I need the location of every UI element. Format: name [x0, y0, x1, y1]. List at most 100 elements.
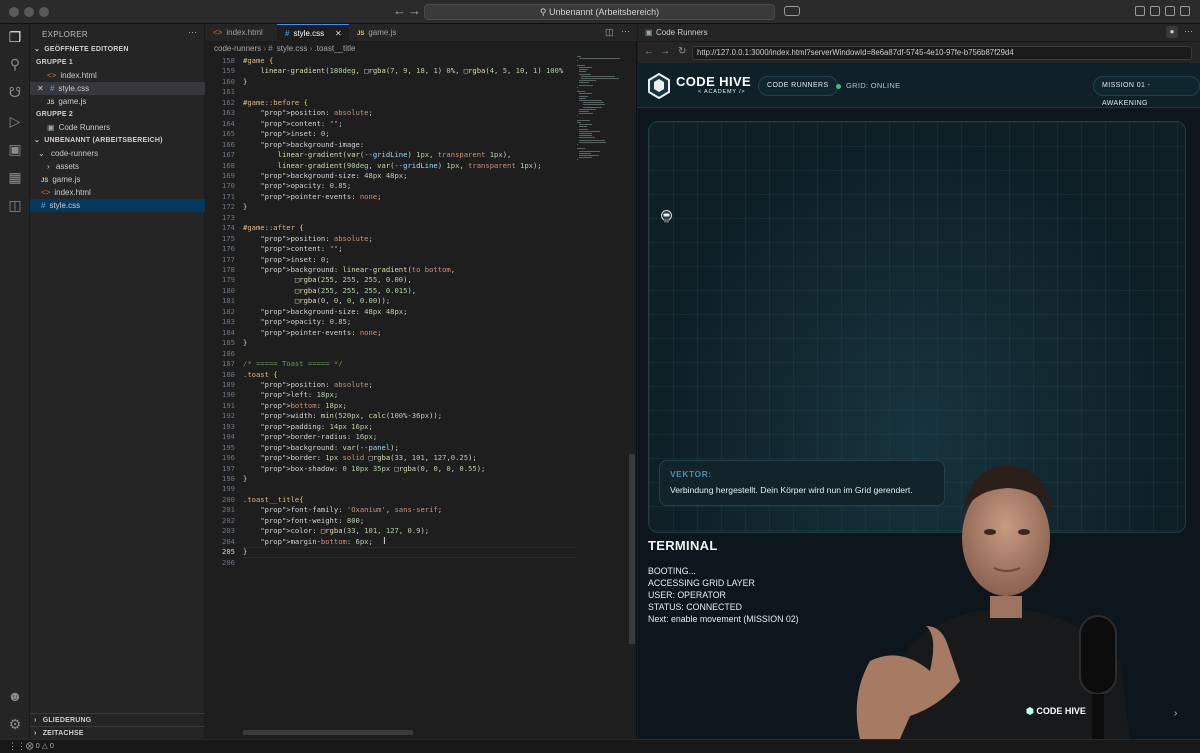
- code-line[interactable]: "prop">box-shadow: 0 10px 35px □rgba(0, …: [243, 464, 485, 474]
- code-line[interactable]: }: [243, 338, 247, 348]
- code-area[interactable]: 158 #game {159 linear-gradient(180deg, □r…: [205, 56, 577, 586]
- code-line[interactable]: }: [243, 202, 247, 212]
- settings-gear-icon[interactable]: ⚙: [7, 716, 23, 732]
- open-editor-style-css[interactable]: ✕ # style.css: [30, 82, 205, 95]
- code-line[interactable]: "prop">pointer-events: none;: [243, 192, 381, 202]
- code-line[interactable]: "prop">background: linear-gradient(to bo…: [243, 265, 455, 275]
- tab-style-css[interactable]: # style.css ✕: [277, 24, 349, 42]
- code-line[interactable]: "prop">border: 1px solid □rgba(33, 101, …: [243, 453, 476, 463]
- nav-pill-code-runners[interactable]: CODE RUNNERS: [758, 76, 838, 96]
- open-editor-game-js[interactable]: JS game.js: [30, 95, 205, 108]
- code-line[interactable]: "prop">background-size: 48px 48px;: [243, 307, 407, 317]
- code-line[interactable]: "prop">font-weight: 800;: [243, 516, 364, 526]
- horizontal-scrollbar[interactable]: [243, 730, 413, 735]
- code-line[interactable]: "prop">opacity: 0.85;: [243, 181, 351, 191]
- code-line[interactable]: "prop">font-family: 'Oxanium', sans-seri…: [243, 505, 442, 515]
- toggle-sidebar-icon[interactable]: [1150, 6, 1160, 16]
- breadcrumb-folder[interactable]: code-runners: [214, 44, 261, 53]
- code-line[interactable]: "prop">color: □rgba(33, 101, 127, 0.9);: [243, 526, 429, 536]
- file-index-html[interactable]: <> index.html: [30, 186, 205, 199]
- layout-icon[interactable]: [1135, 6, 1145, 16]
- more-actions-icon[interactable]: ⋯: [621, 26, 630, 37]
- code-line[interactable]: #game::after {: [243, 223, 304, 233]
- code-line[interactable]: "prop">content: "";: [243, 244, 342, 254]
- code-line[interactable]: #game {: [243, 56, 273, 66]
- toggle-secondary-sidebar-icon[interactable]: [1180, 6, 1190, 16]
- workspace-section[interactable]: ⌄ UNBENANNT (ARBEITSBEREICH): [30, 134, 205, 147]
- chevron-right-icon[interactable]: ›: [1174, 708, 1186, 724]
- timeline-section[interactable]: › ZEITACHSE: [30, 726, 205, 739]
- code-line[interactable]: linear-gradient(90deg, var(--gridLine) 1…: [243, 161, 542, 171]
- back-arrow-icon[interactable]: ←: [393, 3, 406, 18]
- containers-icon[interactable]: ◫: [7, 197, 23, 213]
- code-line[interactable]: "prop">padding: 14px 16px;: [243, 422, 373, 432]
- code-line[interactable]: }: [243, 547, 247, 557]
- code-line[interactable]: .toast {: [243, 370, 278, 380]
- logo-title[interactable]: CODE HIVE: [676, 74, 751, 89]
- lock-icon[interactable]: ●: [1166, 26, 1178, 38]
- code-line[interactable]: "prop">inset: 0;: [243, 255, 329, 265]
- code-line[interactable]: }: [243, 474, 247, 484]
- outline-section[interactable]: › GLIEDERUNG: [30, 713, 205, 726]
- code-line[interactable]: "prop">position: absolute;: [243, 380, 373, 390]
- code-line[interactable]: #game::before {: [243, 98, 308, 108]
- code-line[interactable]: "prop">border-radius: 16px;: [243, 432, 377, 442]
- code-line[interactable]: "prop">background-size: 48px 48px;: [243, 171, 407, 181]
- minimap[interactable]: [577, 56, 627, 296]
- forward-arrow-icon[interactable]: →: [408, 3, 421, 18]
- code-line[interactable]: "prop">opacity: 0.85;: [243, 317, 351, 327]
- code-line[interactable]: .toast__title{: [243, 495, 304, 505]
- code-line[interactable]: }: [243, 77, 247, 87]
- code-line[interactable]: "prop">background: var(--panel);: [243, 443, 399, 453]
- code-line[interactable]: "prop">position: absolute;: [243, 108, 373, 118]
- open-editor-code-runners[interactable]: ▣ Code Runners: [30, 121, 205, 134]
- more-actions-icon[interactable]: ⋯: [188, 27, 197, 38]
- code-line[interactable]: linear-gradient(var(--gridLine) 1px, tra…: [243, 150, 512, 160]
- remote-explorer-icon[interactable]: ▣: [7, 141, 23, 157]
- group-2-header[interactable]: GRUPPE 2: [30, 108, 205, 121]
- search-icon[interactable]: ⚲: [7, 56, 23, 72]
- mission-pill[interactable]: MISSION 01 - AWAKENING: [1093, 76, 1200, 107]
- reload-icon[interactable]: ↻: [678, 46, 686, 57]
- group-1-header[interactable]: GRUPPE 1: [30, 56, 205, 69]
- folder-code-runners[interactable]: ⌄ code-runners: [30, 147, 205, 160]
- run-debug-icon[interactable]: ▷: [7, 113, 23, 129]
- close-editor-icon[interactable]: ✕: [37, 84, 44, 93]
- extensions-icon[interactable]: ▦: [7, 169, 23, 185]
- close-window-button[interactable]: [9, 7, 19, 17]
- code-line[interactable]: "prop">background-image:: [243, 140, 364, 150]
- code-line[interactable]: /* ===== Toast ===== */: [243, 359, 343, 369]
- minimize-window-button[interactable]: [24, 7, 34, 17]
- code-line[interactable]: □rgba(0, 0, 0, 0.00));: [243, 296, 390, 306]
- breadcrumb-file[interactable]: style.css: [277, 44, 308, 53]
- copilot-icon[interactable]: [784, 6, 800, 16]
- code-line[interactable]: "prop">left: 18px;: [243, 390, 338, 400]
- folder-assets[interactable]: › assets: [30, 160, 205, 173]
- close-tab-icon[interactable]: ✕: [335, 25, 342, 43]
- account-icon[interactable]: ☻: [7, 688, 23, 704]
- open-editors-section[interactable]: ⌄ GEÖFFNETE EDITOREN: [30, 43, 205, 56]
- code-line[interactable]: linear-gradient(180deg, □rgba(7, 9, 18, …: [243, 66, 563, 76]
- remote-icon[interactable]: ⋮⋮: [8, 741, 26, 752]
- file-game-js[interactable]: JS game.js: [30, 173, 205, 186]
- problems-indicator[interactable]: ⨂ 0 △ 0: [26, 741, 54, 750]
- open-editor-index-html[interactable]: <> index.html: [30, 69, 205, 82]
- code-line[interactable]: "prop">position: absolute;: [243, 234, 373, 244]
- code-line[interactable]: "prop">pointer-events: none;: [243, 328, 381, 338]
- code-line[interactable]: "prop">inset: 0;: [243, 129, 329, 139]
- more-actions-icon[interactable]: ⋯: [1184, 26, 1193, 37]
- code-line[interactable]: "prop">width: min(520px, calc(100%-36px)…: [243, 411, 442, 421]
- code-line[interactable]: "prop">margin-bottom: 6px;: [243, 537, 373, 547]
- back-arrow-icon[interactable]: ←: [644, 46, 654, 57]
- tab-game-js[interactable]: JS game.js: [349, 24, 415, 42]
- explorer-icon[interactable]: ❐: [7, 29, 23, 45]
- file-style-css[interactable]: # style.css: [30, 199, 205, 212]
- code-line[interactable]: □rgba(255, 255, 255, 0.00),: [243, 275, 412, 285]
- forward-arrow-icon[interactable]: →: [660, 46, 670, 57]
- split-editor-icon[interactable]: ◫: [605, 27, 614, 38]
- breadcrumb-symbol[interactable]: .toast__title: [315, 44, 356, 53]
- command-center[interactable]: ⚲ Unbenannt (Arbeitsbereich): [424, 4, 775, 20]
- code-line[interactable]: "prop">bottom: 18px;: [243, 401, 347, 411]
- tab-code-runners[interactable]: ▣ Code Runners: [642, 24, 708, 42]
- source-control-icon[interactable]: ☋: [7, 84, 23, 100]
